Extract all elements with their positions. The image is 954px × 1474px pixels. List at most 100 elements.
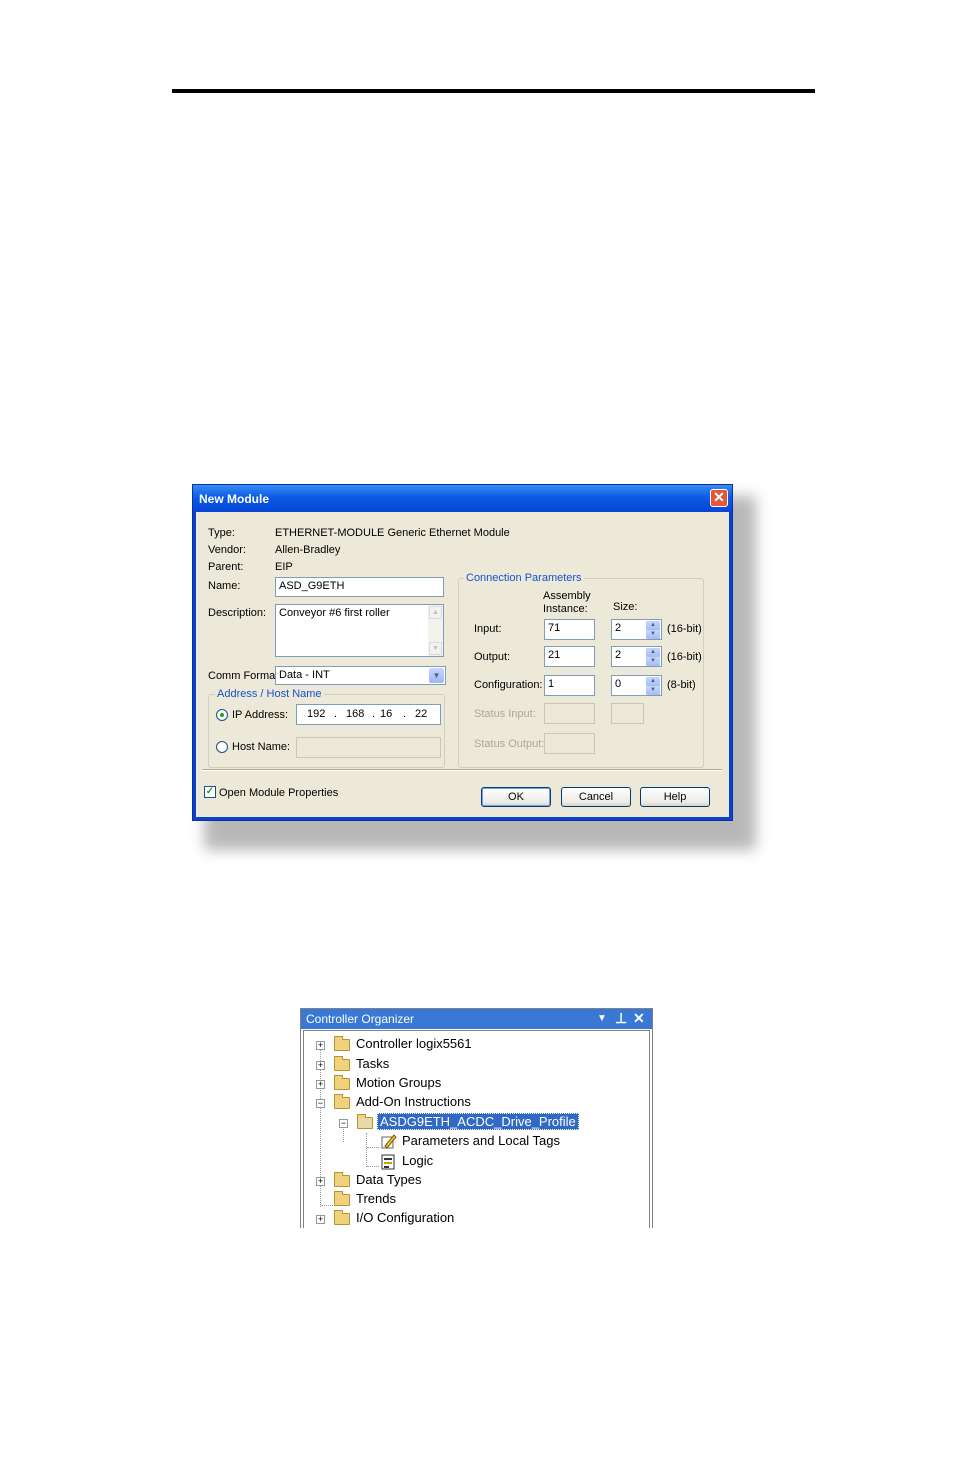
config-assembly-field[interactable]: 1 (544, 675, 595, 696)
config-size-value: 0 (615, 678, 622, 690)
type-label: Type: (208, 527, 235, 539)
dialog-separator (202, 769, 722, 771)
add-on-instruction-icon (357, 1114, 373, 1129)
ip-address-field[interactable]: 192 . 168 . 16 . 22 (296, 704, 441, 725)
ip-octet-3: 16 (380, 708, 393, 720)
connection-group-title: Connection Parameters (464, 572, 584, 584)
folder-icon (334, 1210, 350, 1225)
input-assembly-field[interactable]: 71 (544, 619, 595, 640)
status-input-size-field (611, 703, 644, 724)
description-text: Conveyor #6 first roller (279, 607, 390, 619)
tree-label: Add-On Instructions (356, 1094, 471, 1109)
tree-line (366, 1133, 367, 1167)
open-module-properties-checkbox[interactable]: ✓ (204, 786, 216, 798)
host-name-field[interactable] (296, 737, 441, 758)
name-label: Name: (208, 580, 241, 592)
output-label: Output: (474, 651, 511, 663)
status-output-label: Status Output: (474, 738, 545, 750)
expand-icon[interactable]: + (316, 1080, 325, 1089)
folder-icon (334, 1036, 350, 1051)
ok-button[interactable]: OK (481, 787, 551, 807)
ip-octet-4: 22 (415, 708, 428, 720)
dropdown-icon[interactable]: ▼ (597, 1013, 607, 1024)
output-unit: (16-bit) (667, 651, 702, 663)
tree-label: Parameters and Local Tags (402, 1133, 561, 1148)
spinner-arrows-icon[interactable]: ▲ ▼ (646, 621, 660, 639)
tree-label: Trends (356, 1191, 396, 1206)
assembly-instance-header: Assembly Instance: (543, 590, 591, 615)
open-folder-icon (334, 1094, 350, 1109)
tree-label-selected: ASDG9ETH_ACDC_Drive_Profile (377, 1113, 579, 1130)
output-size-value: 2 (615, 649, 622, 661)
close-icon[interactable]: ✕ (710, 489, 728, 507)
collapse-icon[interactable]: − (316, 1099, 325, 1108)
input-size-spinner[interactable]: 2 ▲ ▼ (611, 619, 662, 640)
config-size-spinner[interactable]: 0 ▲ ▼ (611, 675, 662, 696)
parent-value: EIP (275, 561, 293, 573)
expand-icon[interactable]: + (316, 1061, 325, 1070)
parent-label: Parent: (208, 561, 244, 573)
description-field[interactable]: Conveyor #6 first roller ▲ ▼ (275, 604, 444, 657)
dialog-titlebar[interactable]: New Module ✕ (193, 485, 732, 512)
tree-line (367, 1147, 379, 1148)
organizer-title: Controller Organizer (306, 1012, 415, 1026)
tree-label: Motion Groups (356, 1075, 442, 1090)
pin-icon[interactable]: ⊥ (615, 1010, 627, 1027)
folder-icon (334, 1056, 350, 1071)
spinner-arrows-icon[interactable]: ▲ ▼ (646, 648, 660, 666)
output-assembly-field[interactable]: 21 (544, 646, 595, 667)
ip-octet-2: 168 (346, 708, 365, 720)
ip-octet-1: 192 (307, 708, 326, 720)
scroll-up-icon[interactable]: ▲ (429, 606, 442, 619)
cancel-button[interactable]: Cancel (561, 787, 631, 807)
status-input-assembly-field (544, 703, 595, 724)
spinner-arrows-icon[interactable]: ▲ ▼ (646, 677, 660, 695)
folder-icon (334, 1191, 350, 1206)
description-scrollbar[interactable]: ▲ ▼ (428, 605, 443, 656)
tree-label: Controller logix5561 (356, 1036, 472, 1051)
status-input-label: Status Input: (474, 708, 536, 720)
expand-icon[interactable]: + (316, 1177, 325, 1186)
tree-label: I/O Configuration (356, 1210, 455, 1225)
close-icon[interactable]: ✕ (633, 1010, 645, 1027)
collapse-icon[interactable]: − (339, 1119, 348, 1128)
name-field[interactable]: ASD_G9ETH (275, 577, 444, 597)
size-header: Size: (613, 601, 638, 613)
input-unit: (16-bit) (667, 623, 702, 635)
vendor-label: Vendor: (208, 544, 246, 556)
help-button[interactable]: Help (640, 787, 710, 807)
vendor-value: Allen-Bradley (275, 544, 341, 556)
tree-label: Tasks (356, 1056, 390, 1071)
comm-format-select[interactable]: Data - INT ▼ (275, 666, 446, 685)
output-size-spinner[interactable]: 2 ▲ ▼ (611, 646, 662, 667)
scroll-down-icon[interactable]: ▼ (429, 642, 442, 655)
input-size-value: 2 (615, 622, 622, 634)
tree-line (321, 1205, 333, 1206)
configuration-label: Configuration: (474, 679, 543, 691)
tree-line (367, 1166, 379, 1167)
tree-label: Data Types (356, 1172, 422, 1187)
controller-organizer: Controller Organizer ▼ ⊥ ✕ + Controller … (300, 1008, 653, 1228)
parameters-pencil-icon (381, 1134, 397, 1149)
status-output-assembly-field (544, 733, 595, 754)
open-module-properties-label: Open Module Properties (219, 787, 339, 799)
folder-icon (334, 1075, 350, 1090)
ip-dot: . (372, 708, 376, 720)
dialog-title: New Module (199, 492, 270, 506)
expand-icon[interactable]: + (316, 1041, 325, 1050)
organizer-tree: + Controller logix5561 + Tasks + Motion … (303, 1030, 650, 1228)
host-name-radio[interactable] (216, 741, 228, 753)
new-module-dialog: New Module ✕ Type: ETHERNET-MODULE Gener… (192, 484, 733, 821)
ip-dot: . (334, 708, 338, 720)
organizer-titlebar: Controller Organizer ▼ ⊥ ✕ (301, 1009, 652, 1029)
top-rule (172, 89, 815, 93)
comm-format-label: Comm Format: (208, 670, 282, 682)
folder-icon (334, 1172, 350, 1187)
input-label: Input: (474, 623, 502, 635)
expand-icon[interactable]: + (316, 1215, 325, 1224)
address-group-title: Address / Host Name (215, 688, 324, 700)
chevron-down-icon[interactable]: ▼ (429, 668, 444, 683)
description-label: Description: (208, 607, 267, 619)
ip-address-radio[interactable] (216, 709, 228, 721)
logic-icon (381, 1154, 395, 1170)
